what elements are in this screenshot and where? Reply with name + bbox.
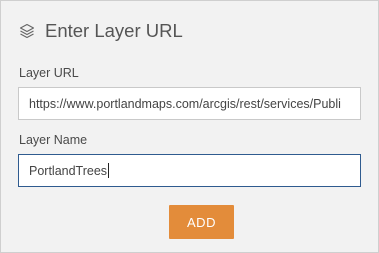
layer-name-label: Layer Name	[19, 133, 88, 147]
layer-url-field[interactable]: https://www.portlandmaps.com/arcgis/rest…	[18, 87, 361, 120]
layer-url-label: Layer URL	[19, 66, 79, 80]
enter-layer-url-panel: Enter Layer URL Layer URL https://www.po…	[0, 0, 379, 253]
layer-name-field[interactable]: PortlandTrees	[18, 154, 361, 187]
text-cursor	[108, 163, 110, 178]
layer-url-value: https://www.portlandmaps.com/arcgis/rest…	[29, 96, 341, 111]
add-button[interactable]: ADD	[169, 205, 234, 239]
page-title: Enter Layer URL	[45, 20, 183, 41]
layers-icon	[19, 23, 35, 39]
panel-header: Enter Layer URL	[19, 18, 183, 44]
layer-name-value: PortlandTrees	[29, 163, 108, 178]
